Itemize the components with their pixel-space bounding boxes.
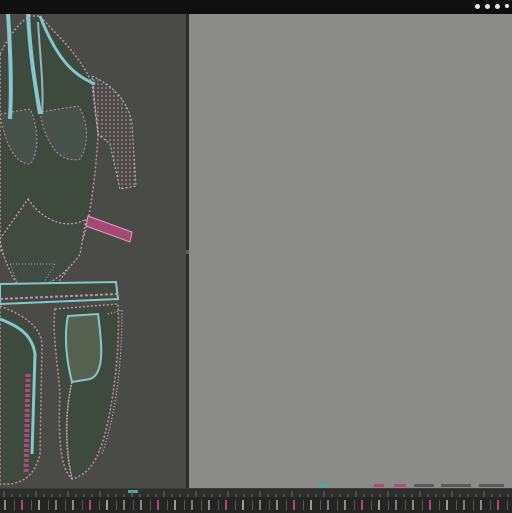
tool-strip <box>0 498 512 512</box>
tool-icon[interactable] <box>55 500 66 510</box>
tool-icon[interactable] <box>106 500 117 510</box>
tool-icon[interactable] <box>497 500 508 510</box>
tool-icon[interactable] <box>293 500 304 510</box>
tool-icon[interactable] <box>174 500 185 510</box>
tool-icon[interactable] <box>463 500 474 510</box>
tool-icon[interactable] <box>225 500 236 510</box>
tool-icon[interactable] <box>72 500 83 510</box>
close-control[interactable] <box>495 4 500 9</box>
tool-icon[interactable] <box>140 500 151 510</box>
tool-icon[interactable] <box>157 500 168 510</box>
tool-icon[interactable] <box>480 500 491 510</box>
garment-3d-model[interactable] <box>0 14 186 488</box>
tool-icon[interactable] <box>21 500 32 510</box>
pants-left-leg <box>0 305 43 485</box>
tool-icon[interactable] <box>89 500 100 510</box>
tool-icon[interactable] <box>310 500 321 510</box>
3d-garment-view[interactable] <box>0 14 186 488</box>
2d-pattern-window[interactable] <box>189 14 512 488</box>
tool-icon[interactable] <box>242 500 253 510</box>
tool-icon[interactable] <box>191 500 202 510</box>
tool-icon[interactable] <box>38 500 49 510</box>
minimize-control[interactable] <box>475 4 480 9</box>
tool-icon[interactable] <box>344 500 355 510</box>
tool-icon[interactable] <box>412 500 423 510</box>
bottom-toolbar <box>0 488 512 513</box>
options-control[interactable] <box>505 4 509 8</box>
belt-accent <box>85 215 133 243</box>
right-leg-panel <box>64 312 103 384</box>
tool-icon[interactable] <box>429 500 440 510</box>
tool-icon[interactable] <box>327 500 338 510</box>
timeline-ruler[interactable] <box>0 489 512 497</box>
tool-icon[interactable] <box>395 500 406 510</box>
pants-waistband <box>0 280 120 306</box>
tool-icon[interactable] <box>208 500 219 510</box>
title-bar <box>0 0 512 14</box>
maximize-control[interactable] <box>485 4 490 9</box>
tool-icon[interactable] <box>446 500 457 510</box>
tool-icon[interactable] <box>378 500 389 510</box>
tool-icon[interactable] <box>123 500 134 510</box>
tool-icon[interactable] <box>4 500 15 510</box>
tool-icon[interactable] <box>259 500 270 510</box>
tool-icon[interactable] <box>361 500 372 510</box>
tool-icon[interactable] <box>276 500 287 510</box>
sleeve-panel <box>91 75 137 190</box>
